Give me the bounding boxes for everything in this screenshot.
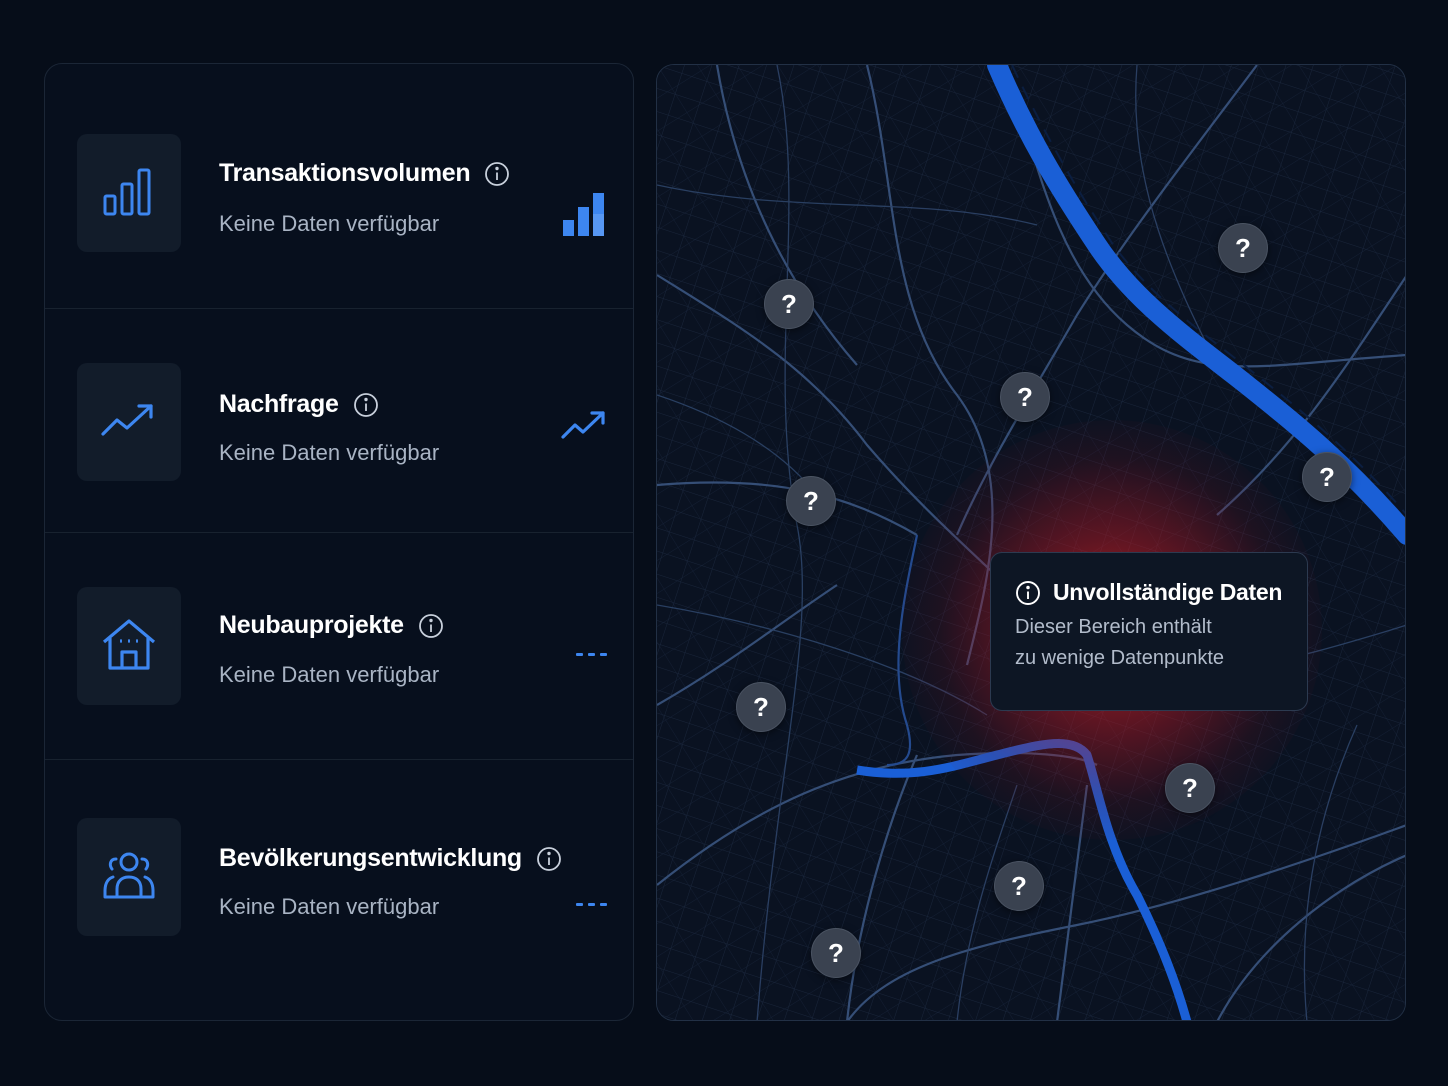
- tooltip-description-line: Dieser Bereich enthält: [1015, 616, 1212, 638]
- house-icon: [101, 616, 157, 677]
- info-icon[interactable]: [418, 613, 444, 639]
- info-icon[interactable]: [353, 392, 379, 418]
- metric-row-bevoelkerungsentwicklung[interactable]: Bevölkerungsentwicklung Keine Daten verf…: [45, 760, 633, 1020]
- metric-row-neubauprojekte[interactable]: Neubauprojekte Keine Daten verfügbar: [45, 533, 633, 760]
- metric-title: Transaktionsvolumen: [219, 159, 510, 188]
- bar-chart-icon: [102, 164, 156, 223]
- unknown-data-pin[interactable]: ?: [1302, 452, 1352, 502]
- unknown-data-pin[interactable]: ?: [811, 928, 861, 978]
- unknown-data-pin[interactable]: ?: [1000, 372, 1050, 422]
- trending-up-icon: [101, 400, 157, 445]
- metric-row-nachfrage[interactable]: Nachfrage Keine Daten verfügbar: [45, 309, 633, 533]
- bar-chart-icon: [563, 190, 607, 236]
- city-map[interactable]: ? ? ? ? ? ? ? ? ? Unvollständige Daten D…: [656, 64, 1406, 1021]
- unknown-data-pin[interactable]: ?: [764, 279, 814, 329]
- unknown-data-pin[interactable]: ?: [1218, 223, 1268, 273]
- tooltip-title: Unvollständige Daten: [1015, 579, 1283, 606]
- metrics-panel: Transaktionsvolumen Keine Daten verfügba…: [44, 63, 634, 1021]
- unknown-data-pin[interactable]: ?: [786, 476, 836, 526]
- dashed-line-icon: [576, 903, 607, 906]
- metric-status: Keine Daten verfügbar: [219, 211, 440, 236]
- metric-status: Keine Daten verfügbar: [219, 440, 440, 465]
- metric-icon-tile: [77, 134, 181, 252]
- metric-row-transaktionsvolumen[interactable]: Transaktionsvolumen Keine Daten verfügba…: [45, 64, 633, 309]
- info-icon: [1015, 580, 1041, 606]
- trending-up-icon: [561, 409, 607, 441]
- tooltip-description-line: zu wenige Datenpunkte: [1015, 647, 1225, 669]
- metric-status: Keine Daten verfügbar: [219, 894, 440, 919]
- unknown-data-pin[interactable]: ?: [736, 682, 786, 732]
- metric-icon-tile: [77, 363, 181, 481]
- metric-status: Keine Daten verfügbar: [219, 662, 440, 687]
- metric-title: Neubauprojekte: [219, 611, 444, 640]
- metric-icon-tile: [77, 587, 181, 705]
- metric-title: Bevölkerungsentwicklung: [219, 844, 562, 873]
- info-icon[interactable]: [536, 846, 562, 872]
- incomplete-data-tooltip: Unvollständige Daten Dieser Bereich enth…: [990, 552, 1308, 711]
- unknown-data-pin[interactable]: ?: [994, 861, 1044, 911]
- metric-title: Nachfrage: [219, 390, 379, 419]
- metric-icon-tile: [77, 818, 181, 936]
- people-icon: [101, 847, 157, 908]
- dashed-line-icon: [576, 653, 607, 656]
- unknown-data-pin[interactable]: ?: [1165, 763, 1215, 813]
- info-icon[interactable]: [484, 161, 510, 187]
